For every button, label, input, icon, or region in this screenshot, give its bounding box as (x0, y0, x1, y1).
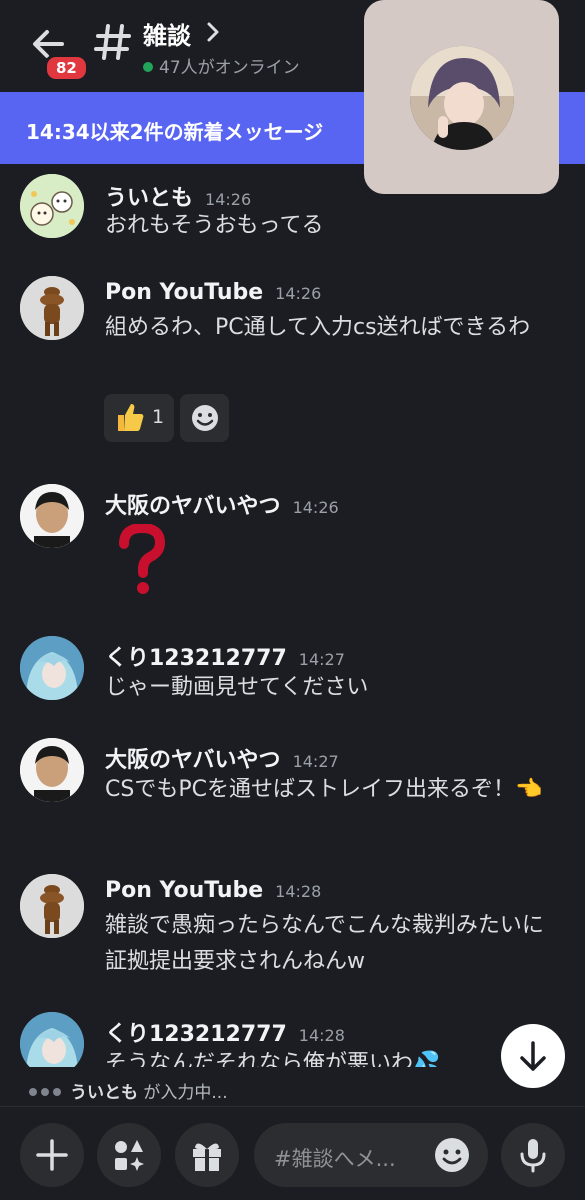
typing-suffix: が入力中... (138, 1083, 228, 1103)
typing-dots-icon (29, 1088, 61, 1096)
message-text: そうなんだそれなら俺が悪いわ💦 (105, 1051, 441, 1067)
message-author[interactable]: くり123212777 14:27 (105, 640, 345, 672)
thumbs-up-icon (118, 404, 144, 431)
avatar[interactable] (20, 276, 84, 340)
chevron-right-icon[interactable] (205, 21, 221, 43)
message-time: 14:26 (205, 190, 252, 209)
message-input-placeholder: #雑談へメ... (274, 1147, 396, 1171)
reaction-count: 1 (152, 406, 165, 428)
reaction-thumbs-up[interactable]: 1 (104, 394, 174, 442)
message-time: 14:27 (292, 752, 339, 771)
message-text: じゃー動画見せてください (105, 675, 369, 700)
channel-title[interactable]: 雑談 (143, 16, 191, 51)
unread-badge: 82 (44, 54, 89, 82)
message-time: 14:28 (275, 882, 322, 901)
gift-icon (193, 1143, 221, 1171)
avatar[interactable] (20, 738, 84, 802)
message-author[interactable]: 大阪のヤバいやつ 14:26 (105, 488, 339, 520)
person-avatar-icon (20, 484, 84, 548)
message-text: おれもそうおもってる (105, 213, 324, 238)
message-text: 雑談で愚痴ったらなんでこんな裁判みたいに証拠提出要求されんねんw (105, 913, 544, 974)
online-count: 47人がオンライン (143, 53, 300, 78)
plus-icon (36, 1139, 68, 1171)
cat-avatar-icon (20, 174, 84, 238)
message-time: 14:28 (298, 1026, 345, 1045)
person-photo-icon (410, 46, 514, 150)
avatar[interactable] (20, 174, 84, 238)
message-author[interactable]: Pon YouTube 14:28 (105, 878, 321, 903)
message-time: 14:26 (275, 284, 322, 303)
voice-message-button[interactable] (501, 1123, 565, 1187)
anime-avatar-icon (20, 636, 84, 700)
message-author[interactable]: Pon YouTube 14:26 (105, 280, 321, 305)
question-mark-emoji (119, 524, 166, 594)
avatar[interactable] (20, 874, 84, 938)
arrow-down-icon (520, 1041, 546, 1071)
person-avatar-icon (20, 738, 84, 802)
message-text: CSでもPCを通せばストレイフ出来るぞ！👈 (105, 777, 543, 802)
call-pip-overlay[interactable] (364, 0, 559, 194)
jump-to-bottom-button[interactable] (501, 1024, 565, 1088)
microphone-icon (520, 1139, 546, 1173)
add-reaction-button[interactable] (180, 394, 229, 442)
message-author[interactable]: くり123212777 14:28 (105, 1016, 345, 1048)
anime-avatar-icon (20, 1012, 84, 1067)
message-time: 14:26 (292, 498, 339, 517)
message-author[interactable]: 大阪のヤバいやつ 14:27 (105, 742, 339, 774)
pip-avatar (410, 46, 514, 150)
emoji-icon (192, 405, 218, 431)
attach-button[interactable] (20, 1123, 84, 1187)
avatar[interactable] (20, 1012, 84, 1067)
message-text: 組めるわ、PC通して入力cs送ればできるわ (105, 315, 531, 340)
typing-indicator: ういとも が入力中... (28, 1078, 228, 1103)
message-composer: #雑談へメ... (0, 1106, 585, 1200)
channel-hash-icon (94, 24, 131, 60)
apps-button[interactable] (97, 1123, 161, 1187)
message-input[interactable]: #雑談へメ... (254, 1123, 488, 1187)
new-messages-text: 14:34以来2件の新着メッセージ (26, 120, 324, 144)
poop-figure-avatar-icon (20, 874, 84, 938)
message-list[interactable]: ういとも 14:26 おれもそうおもってる Pon YouTube 14:26 組め… (0, 164, 585, 1067)
poop-figure-avatar-icon (20, 276, 84, 340)
gift-button[interactable] (175, 1123, 239, 1187)
apps-icon (115, 1140, 144, 1171)
emoji-icon[interactable] (434, 1137, 470, 1173)
avatar[interactable] (20, 636, 84, 700)
online-dot-icon (143, 62, 153, 72)
message-time: 14:27 (298, 650, 345, 669)
online-text: 47人がオンライン (159, 58, 300, 78)
typing-user: ういとも (70, 1083, 138, 1103)
avatar[interactable] (20, 484, 84, 548)
